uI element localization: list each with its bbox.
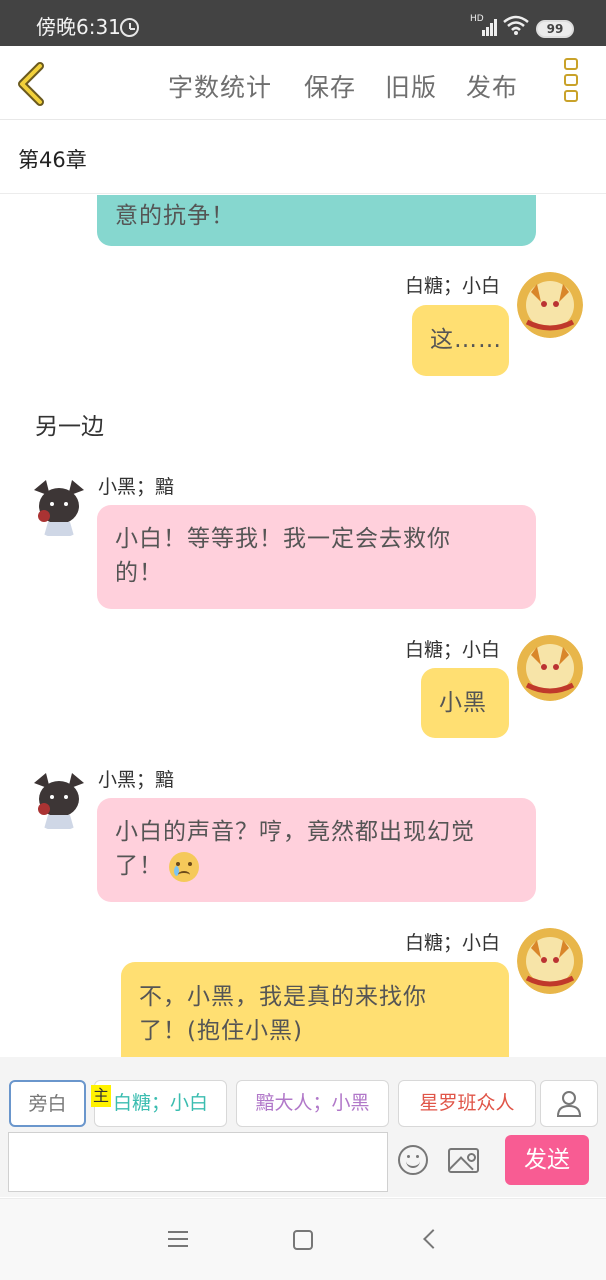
message-text-line: 小白的声音？哼，竟然都出现幻觉 [115,819,475,845]
composer-panel: 旁白 白糖；小白 主 黯大人；小黑 星罗班众人 发送 [0,1057,606,1197]
word-count-button[interactable]: 字数统计 [168,68,272,104]
top-toolbar: 字数统计 保存 旧版 发布 [0,46,606,120]
speaker-name: 小黑；黯 [98,769,175,791]
role-chip-xiaohei[interactable]: 黯大人；小黑 [236,1080,389,1127]
role-chip-baitang[interactable]: 白糖；小白 [94,1080,227,1127]
chapter-header: 第46章 [0,120,606,194]
avatar-baitang[interactable] [517,928,583,994]
status-bar: 傍晚6:31 HD 99 [0,0,606,46]
back-arrow-icon[interactable] [14,62,50,106]
avatar-baitang[interactable] [517,635,583,701]
message-text-line: 了！ [115,853,163,879]
main-role-badge: 主 [91,1085,111,1107]
back-icon[interactable] [423,1229,443,1249]
avatar-xiaohei[interactable] [26,472,92,538]
alarm-icon [120,18,139,37]
message-text: 这…… [430,327,502,353]
avatar-xiaohei[interactable] [26,765,92,831]
crying-face-icon [169,851,199,882]
speaker-name: 白糖；小白 [405,639,501,661]
chapter-title[interactable]: 第46章 [18,144,87,174]
message-bubble[interactable]: 小白的声音？哼，竟然都出现幻觉 了！ [97,798,536,902]
message-text-line: 的！ [115,560,163,586]
role-chip-xingluo[interactable]: 星罗班众人 [398,1080,536,1127]
message-bubble[interactable]: 不，小黑，我是真的来找你 了！(抱住小黑) [121,962,509,1057]
message-text: 小黑 [439,690,487,716]
menu-icon[interactable] [168,1231,188,1247]
message-text-line: 了！(抱住小黑) [139,1018,303,1044]
speaker-name: 白糖；小白 [405,932,501,954]
home-icon[interactable] [293,1230,313,1250]
emoji-icon[interactable] [398,1145,428,1175]
send-button[interactable]: 发送 [505,1135,589,1185]
network-type: HD [470,14,484,24]
narration-text[interactable]: 另一边 [35,407,104,441]
battery-icon: 99 [536,20,574,38]
message-text-line: 小白！等等我！我一定会去救你 [115,526,451,552]
wifi-icon [503,15,529,35]
role-chip-narrator[interactable]: 旁白 [9,1080,86,1127]
chat-area[interactable]: 意的抗争！ 白糖；小白 这…… 另一边 小黑；黯 小白！等等我！我一定会去救你 … [0,195,606,1057]
save-button[interactable]: 保存 [304,68,356,104]
avatar-baitang[interactable] [517,272,583,338]
speaker-name: 小黑；黯 [98,476,175,498]
message-bubble[interactable]: 小黑 [421,668,509,738]
message-text: 意的抗争！ [115,203,235,229]
message-bubble[interactable]: 意的抗争！ [97,195,536,246]
system-nav-bar [0,1198,606,1280]
person-icon [556,1091,582,1117]
old-version-button[interactable]: 旧版 [385,68,437,104]
message-bubble[interactable]: 小白！等等我！我一定会去救你 的！ [97,505,536,609]
message-input[interactable] [8,1132,388,1192]
add-role-button[interactable] [540,1080,598,1127]
message-text-line: 不，小黑，我是真的来找你 [139,984,427,1010]
image-icon[interactable] [448,1148,479,1173]
speaker-name: 白糖；小白 [405,275,501,297]
status-time: 傍晚6:31 [36,15,121,39]
message-bubble[interactable]: 这…… [412,305,509,376]
publish-button[interactable]: 发布 [466,68,518,104]
more-menu-icon[interactable] [564,58,580,106]
